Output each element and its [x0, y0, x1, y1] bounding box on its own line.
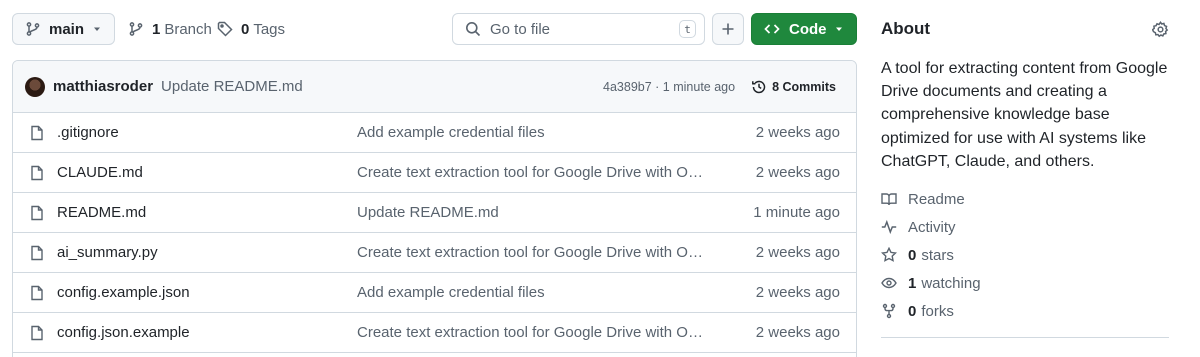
file-name-link[interactable]: config.json.example — [57, 324, 357, 341]
code-button[interactable]: Code — [751, 13, 857, 45]
latest-commit-bar: matthiasroder Update README.md 4a389b7 ·… — [13, 61, 856, 113]
table-row[interactable]: CLAUDE.md Create text extraction tool for… — [13, 153, 856, 193]
file-icon — [29, 125, 45, 141]
plus-icon — [720, 21, 736, 37]
repo-description: A tool for extracting content from Googl… — [881, 60, 1168, 170]
file-commit-date: 2 weeks ago — [755, 164, 840, 181]
code-icon — [764, 21, 780, 37]
file-commit-date: 2 weeks ago — [755, 244, 840, 261]
triangle-down-icon — [834, 24, 844, 34]
file-commit-date: 2 weeks ago — [755, 124, 840, 141]
star-icon — [881, 247, 897, 263]
avatar[interactable] — [25, 76, 45, 97]
commits-link[interactable]: 8 Commits — [751, 79, 836, 95]
sidebar-divider — [881, 337, 1169, 338]
file-name-link[interactable]: ai_summary.py — [57, 244, 357, 261]
tags-link[interactable]: 0 Tags — [217, 13, 285, 45]
readme-label: Readme — [908, 190, 965, 208]
commit-author[interactable]: matthiasroder — [53, 78, 153, 95]
file-icon — [29, 245, 45, 261]
forks-label: forks — [921, 302, 954, 320]
table-row[interactable]: ai_summary.py Create text extraction tool… — [13, 233, 856, 273]
activity-label: Activity — [908, 218, 956, 236]
about-heading: About — [881, 19, 931, 38]
tags-label: Tags — [253, 20, 286, 38]
commits-label: Commits — [782, 79, 836, 94]
watching-label: watching — [921, 274, 981, 292]
file-name-link[interactable]: README.md — [57, 204, 357, 221]
branches-count: 1 — [152, 20, 161, 38]
file-table: matthiasroder Update README.md 4a389b7 ·… — [12, 60, 857, 357]
commit-hash-time[interactable]: 4a389b7 · 1 minute ago — [603, 80, 735, 94]
file-commit-message-link[interactable]: Add example credential files — [357, 124, 707, 141]
go-to-file-placeholder: Go to file — [490, 20, 551, 38]
readme-link[interactable]: Readme — [881, 189, 965, 209]
code-label: Code — [789, 20, 827, 38]
file-commit-message-link[interactable]: Create text extraction tool for Google D… — [357, 164, 707, 181]
forks-link[interactable]: 0 forks — [881, 301, 954, 321]
gear-icon[interactable] — [1152, 21, 1169, 38]
file-icon — [29, 285, 45, 301]
file-commit-date: 2 weeks ago — [755, 284, 840, 301]
triangle-down-icon — [92, 24, 102, 34]
go-to-file-input[interactable]: Go to file t — [452, 13, 705, 45]
file-icon — [29, 165, 45, 181]
table-row[interactable]: config.example.json Add example credentia… — [13, 273, 856, 313]
table-row[interactable]: README.md Update README.md 1 minute ago — [13, 193, 856, 233]
add-file-button[interactable] — [712, 13, 744, 45]
stars-label: stars — [921, 246, 954, 264]
table-row[interactable]: config.json.example Create text extractio… — [13, 313, 856, 353]
stars-link[interactable]: 0 stars — [881, 245, 954, 265]
tag-icon — [217, 21, 233, 37]
git-branch-icon — [25, 21, 41, 37]
branch-selector-button[interactable]: main — [12, 13, 115, 45]
book-icon — [881, 191, 897, 207]
search-icon — [465, 21, 481, 37]
watching-count: 1 — [908, 274, 917, 292]
file-commit-message-link[interactable]: Create text extraction tool for Google D… — [357, 324, 707, 341]
file-commit-message-link[interactable]: Add example credential files — [357, 284, 707, 301]
file-name-link[interactable]: CLAUDE.md — [57, 164, 357, 181]
commits-count: 8 — [772, 79, 780, 94]
watching-link[interactable]: 1 watching — [881, 273, 981, 293]
fork-icon — [881, 303, 897, 319]
branch-name: main — [49, 20, 85, 38]
forks-count: 0 — [908, 302, 917, 320]
pulse-icon — [881, 219, 897, 235]
eye-icon — [881, 275, 897, 291]
file-commit-date: 2 weeks ago — [755, 324, 840, 341]
activity-link[interactable]: Activity — [881, 217, 956, 237]
commit-message[interactable]: Update README.md — [161, 78, 603, 95]
file-name-link[interactable]: .gitignore — [57, 124, 357, 141]
history-icon — [751, 79, 767, 95]
file-name-link[interactable]: config.example.json — [57, 284, 357, 301]
file-commit-message-link[interactable]: Create text extraction tool for Google D… — [357, 244, 707, 261]
file-icon — [29, 325, 45, 341]
branches-link[interactable]: 1 Branch — [128, 13, 212, 45]
table-row[interactable]: .gitignore Add example credential files 2 … — [13, 113, 856, 153]
file-commit-date: 1 minute ago — [753, 204, 840, 221]
branches-label: Branch — [164, 20, 212, 38]
stars-count: 0 — [908, 246, 917, 264]
shortcut-key: t — [679, 20, 696, 38]
file-commit-message-link[interactable]: Update README.md — [357, 204, 707, 221]
tags-count: 0 — [241, 20, 250, 38]
git-branch-icon — [128, 21, 144, 37]
file-icon — [29, 205, 45, 221]
